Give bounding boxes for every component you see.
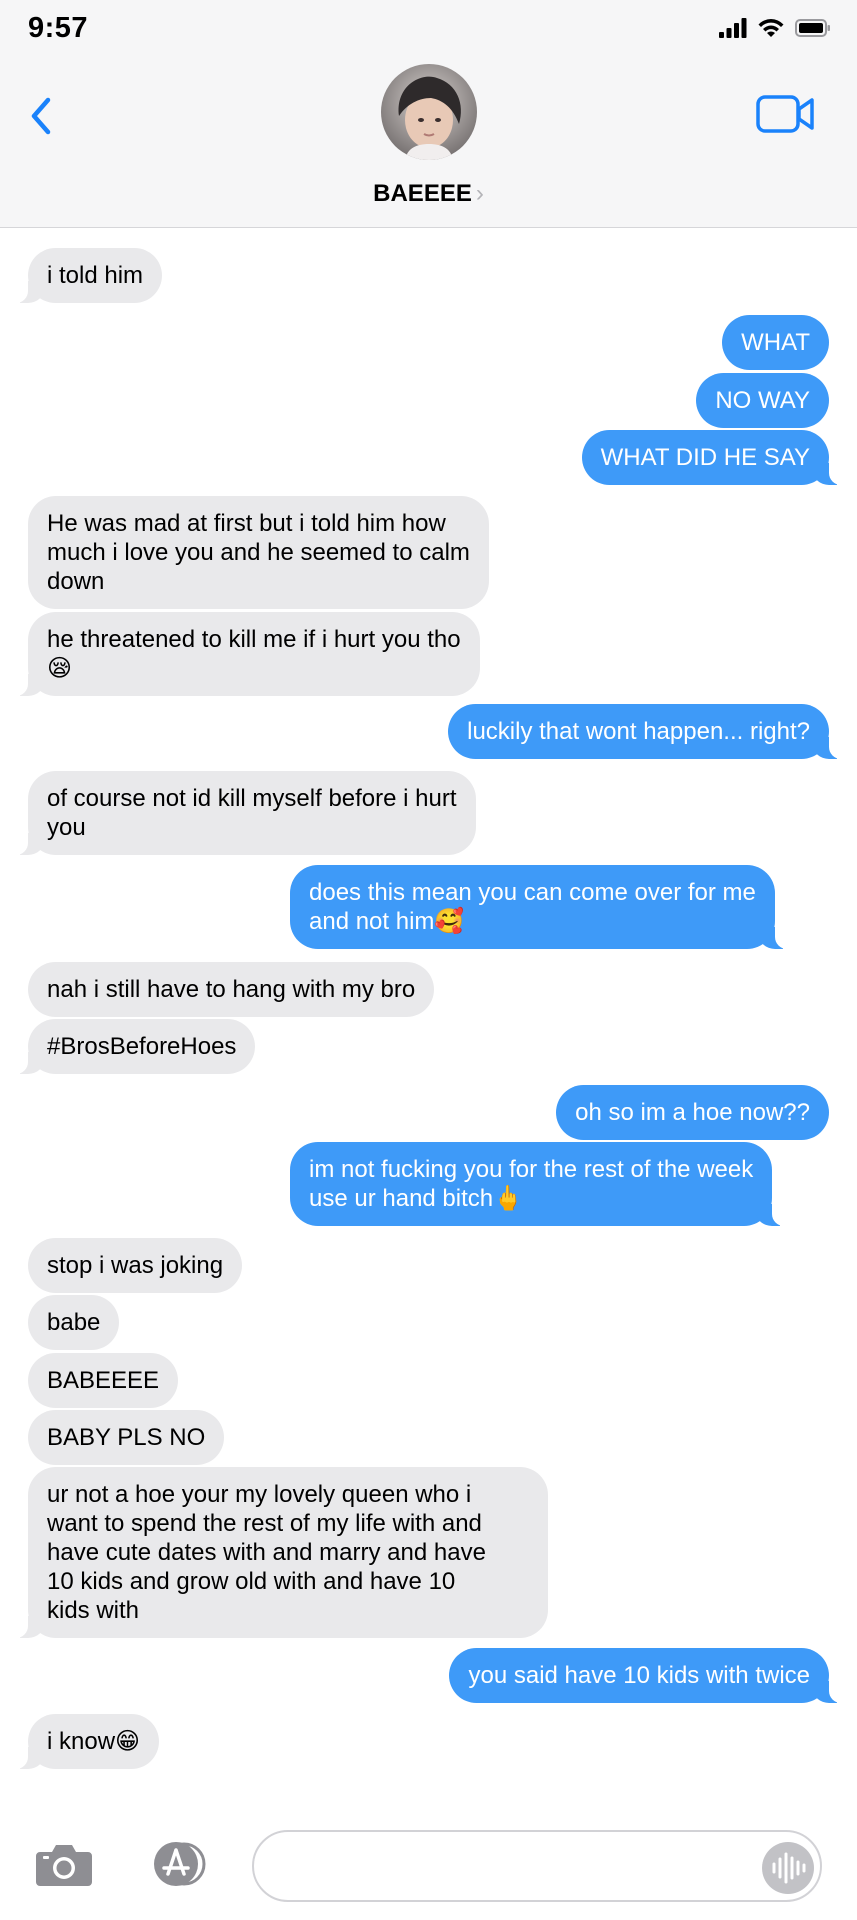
message-incoming[interactable]: BABEEEE [28, 1353, 179, 1408]
back-button[interactable] [26, 94, 56, 138]
contact-name: BAEEEE [373, 180, 472, 207]
status-icons [719, 16, 831, 40]
video-camera-icon [756, 95, 814, 133]
message-incoming[interactable]: babe [28, 1295, 120, 1350]
message-incoming[interactable]: stop i was joking [28, 1238, 243, 1293]
app-store-icon [154, 1842, 206, 1886]
message-incoming[interactable]: i told him [5, 248, 163, 303]
message-outgoing[interactable]: WHAT DID HE SAY [581, 430, 852, 485]
message-incoming[interactable]: he threatened to kill me if i hurt you t… [6, 612, 480, 696]
battery-icon [795, 19, 830, 37]
message-outgoing[interactable]: luckily that wont happen... right? [448, 704, 851, 759]
message-outgoing[interactable]: im not fucking you for the rest of the w… [290, 1142, 795, 1226]
chevron-left-icon [31, 97, 51, 135]
avatar-photo-icon [381, 64, 477, 160]
message-incoming[interactable]: of course not id kill myself before i hu… [6, 771, 476, 855]
contact-name-button[interactable]: BAEEEE › [0, 180, 857, 208]
message-input[interactable] [252, 1830, 822, 1902]
message-outgoing[interactable]: NO WAY [696, 373, 829, 428]
message-outgoing[interactable]: you said have 10 kids with twice [449, 1648, 851, 1703]
message-incoming[interactable]: ur not a hoe your my lovely queen who i … [6, 1467, 548, 1638]
message-incoming[interactable]: nah i still have to hang with my bro [28, 962, 435, 1017]
message-incoming[interactable]: BABY PLS NO [28, 1410, 225, 1465]
status-bar: 9:57 [0, 0, 857, 58]
cellular-signal-icon [719, 18, 747, 38]
message-incoming[interactable]: He was mad at first but i told him how m… [28, 496, 489, 609]
message-incoming[interactable]: #BrosBeforeHoes [5, 1019, 256, 1074]
audio-record-button[interactable] [762, 1842, 814, 1894]
message-outgoing[interactable]: WHAT [722, 315, 829, 370]
conversation-header: BAEEEE › [0, 58, 857, 228]
message-incoming[interactable]: i know😁 [5, 1714, 160, 1769]
chevron-right-icon: › [475, 180, 484, 207]
status-time: 9:57 [28, 12, 89, 44]
message-thread[interactable]: i told him WHAT NO WAY WHAT DID HE SAY H… [0, 228, 857, 1798]
facetime-video-button[interactable] [755, 92, 817, 136]
camera-icon [36, 1845, 92, 1886]
audio-waveform-icon [772, 1852, 806, 1884]
wifi-icon [758, 19, 784, 37]
camera-button[interactable] [34, 1840, 94, 1888]
app-store-button[interactable] [138, 1840, 212, 1888]
contact-avatar[interactable] [381, 64, 477, 160]
compose-bar [0, 1798, 857, 1920]
message-outgoing[interactable]: oh so im a hoe now?? [556, 1085, 829, 1140]
message-outgoing[interactable]: does this mean you can come over for me … [290, 865, 797, 949]
